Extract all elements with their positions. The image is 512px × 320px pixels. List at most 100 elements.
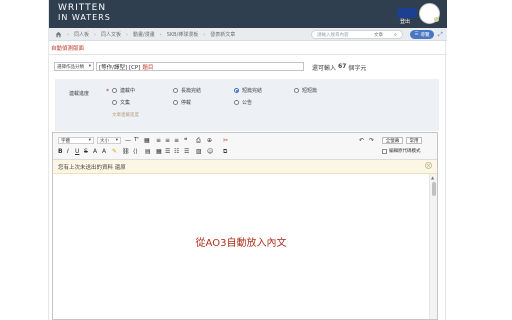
status-option-label: 短短篇: [302, 88, 318, 94]
char-note-suffix: 個字元: [348, 65, 367, 72]
logout-link[interactable]: 登出: [400, 18, 410, 25]
font-size-select-value: 大小: [100, 138, 109, 144]
user-flag-icon: [397, 8, 417, 18]
draft-restore-message[interactable]: 您有上次未送出的資料 還原: [58, 163, 126, 171]
radio-circle-selected: [234, 88, 239, 93]
html-mode-label: 編輯原代碼模式: [389, 149, 421, 154]
search-scope-select[interactable]: 文章: [374, 32, 383, 38]
search-placeholder: 請輸入搜尋內容: [317, 33, 349, 38]
avatar[interactable]: [419, 3, 440, 24]
draft-restore-bar: 您有上次未送出的資料 還原 ×: [53, 160, 437, 174]
breadcrumb-item-1[interactable]: 同人板: [74, 31, 89, 38]
print-icon[interactable]: ⎙: [196, 137, 201, 144]
breadcrumb-item-2[interactable]: 同人文板: [101, 31, 121, 38]
category-select[interactable]: 選擇作品分類 ▾: [54, 62, 94, 71]
status-option-collection[interactable]: 文集: [112, 99, 130, 106]
autodetect-page-link[interactable]: 自動偵測版面: [51, 44, 84, 52]
breadcrumb-item-3[interactable]: 動畫/漫畫: [133, 31, 155, 38]
emoji-icon[interactable]: ☺: [207, 148, 213, 155]
underline-icon[interactable]: U: [75, 148, 79, 155]
scroll-up-icon[interactable]: ▲: [431, 175, 434, 180]
background-color-icon[interactable]: A: [102, 148, 106, 155]
font-family-select-value: 字體: [61, 138, 70, 144]
status-option-short-complete[interactable]: 短篇完結: [234, 87, 262, 94]
checkbox-box: [382, 148, 387, 154]
globe-icon[interactable]: ⊕: [207, 137, 212, 144]
search-icon[interactable]: ⌕: [394, 32, 397, 38]
unlink-icon[interactable]: ✂: [223, 137, 228, 144]
insert-image-icon[interactable]: ⧉: [223, 148, 227, 155]
radio-circle: [112, 100, 117, 105]
radio-circle: [173, 88, 178, 93]
horizontal-rule-icon[interactable]: —: [125, 137, 131, 144]
redo-icon[interactable]: ↷: [369, 137, 374, 144]
status-option-announcement[interactable]: 公告: [234, 99, 252, 106]
status-option-label: 連載中: [120, 88, 136, 94]
radio-circle: [173, 100, 178, 105]
title-input[interactable]: [等作/譯型] [CP] 題目: [96, 62, 304, 71]
link-icon[interactable]: ⛓: [122, 148, 130, 155]
status-help-text: 文章連載進度: [112, 113, 139, 118]
italic-icon[interactable]: I: [67, 148, 69, 155]
breadcrumb-separator: ›: [94, 31, 97, 38]
image-icon[interactable]: ▨: [196, 148, 202, 155]
justify-icon[interactable]: ☰: [165, 148, 170, 155]
attachment-icon[interactable]: ▤: [145, 148, 151, 155]
superscript-icon[interactable]: Tᵀ: [134, 137, 139, 144]
search-input[interactable]: 請輸入搜尋內容 文章 ⌕: [311, 30, 403, 39]
bullet-list-icon[interactable]: ☰: [184, 148, 189, 155]
table-grid-icon[interactable]: ▦: [156, 148, 162, 155]
common-button[interactable]: 常用: [406, 137, 422, 144]
code-icon[interactable]: ⟨⟩: [133, 148, 138, 155]
bold-icon[interactable]: B: [58, 148, 63, 155]
status-option-ongoing[interactable]: 連載中: [112, 87, 135, 94]
align-right-icon[interactable]: ≡: [174, 137, 179, 144]
fullscreen-button[interactable]: 全螢幕: [382, 137, 403, 144]
breadcrumb-bar: › 同人板 › 同人文板 › 動畫/漫畫 › SKB/棒球漫板 › 發表新文章 …: [49, 28, 447, 41]
ordered-list-icon[interactable]: ☷: [174, 148, 179, 155]
online-status-dot: [434, 17, 439, 22]
navigation-button-label: 導覽: [420, 32, 430, 38]
chevron-down-icon: ▾: [88, 64, 91, 69]
radio-circle: [112, 88, 117, 93]
font-family-select[interactable]: 字體 ▾: [58, 137, 94, 144]
navigation-button[interactable]: ☰ 導覽: [410, 30, 434, 39]
rich-text-editor: 字體 ▾ 大小 ▾ — Tᵀ ▦ ≡ ≡ ≡ ❝ ⎙ ⊕ ✂ ↶ ↷ 全螢幕 常…: [52, 132, 438, 320]
required-mark: *: [106, 88, 109, 95]
title-prefix: [等作/譯型] [CP]: [99, 64, 141, 71]
home-icon[interactable]: [55, 31, 62, 38]
status-option-label: 長篇完結: [181, 88, 202, 94]
breadcrumb-separator: ›: [159, 31, 162, 38]
table-icon[interactable]: ▦: [144, 137, 150, 144]
scroll-thumb[interactable]: [432, 182, 436, 196]
undo-icon[interactable]: ↶: [359, 137, 364, 144]
close-icon[interactable]: ×: [425, 162, 432, 169]
breadcrumb-separator: ›: [203, 31, 206, 38]
html-mode-checkbox[interactable]: 編輯原代碼模式: [382, 148, 421, 154]
font-color-icon[interactable]: A: [93, 148, 97, 155]
site-logo[interactable]: WRITTEN IN WATERS: [58, 3, 111, 23]
editor-toolbar: 字體 ▾ 大小 ▾ — Tᵀ ▦ ≡ ≡ ≡ ❝ ⎙ ⊕ ✂ ↶ ↷ 全螢幕 常…: [53, 133, 437, 160]
status-option-label: 文集: [120, 100, 131, 106]
editor-scrollbar[interactable]: ▲: [429, 174, 437, 319]
font-size-select[interactable]: 大小 ▾: [97, 137, 121, 144]
highlight-icon[interactable]: ✎: [112, 148, 117, 155]
status-label-text: 連載進度: [69, 91, 90, 97]
status-option-suspended[interactable]: 停載: [173, 99, 191, 106]
title-value: 題目: [142, 64, 154, 71]
brand-line-1: WRITTEN: [58, 3, 107, 13]
site-header: WRITTEN IN WATERS 登出: [49, 0, 447, 28]
breadcrumb-separator: ›: [126, 31, 129, 38]
status-option-long-complete[interactable]: 長篇完結: [173, 87, 201, 94]
menu-icon: ☰: [414, 32, 419, 37]
fullscreen-icon[interactable]: ⤢: [438, 31, 443, 39]
status-option-label: 停載: [181, 100, 192, 106]
strikethrough-icon[interactable]: S: [84, 148, 88, 155]
quote-icon[interactable]: ❝: [184, 137, 187, 144]
breadcrumb-item-4[interactable]: SKB/棒球漫板: [167, 31, 199, 38]
radio-circle: [234, 100, 239, 105]
align-left-icon[interactable]: ≡: [156, 137, 161, 144]
editor-content-area[interactable]: 從AO3自動放入內文: [53, 174, 429, 319]
status-option-very-short[interactable]: 短短篇: [294, 87, 317, 94]
align-center-icon[interactable]: ≡: [165, 137, 170, 144]
